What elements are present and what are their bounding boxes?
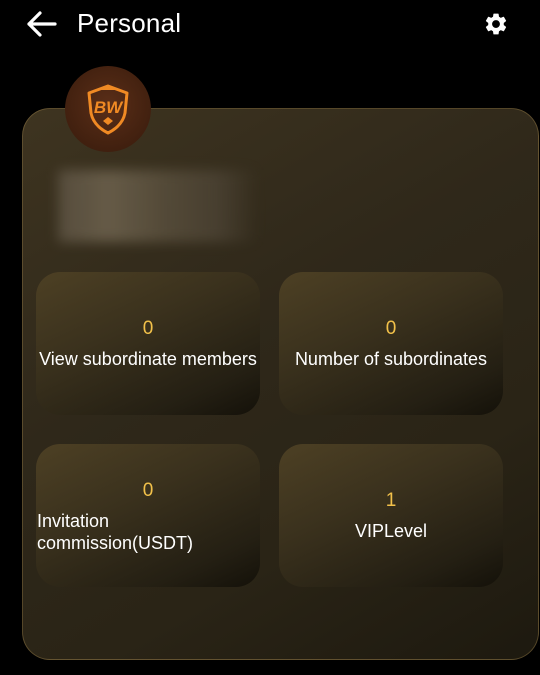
back-button[interactable]	[24, 6, 60, 42]
stat-tile-number-of-subordinates[interactable]: 0 Number of subordinates	[279, 272, 503, 415]
obscured-user-name	[58, 170, 258, 242]
stat-tile-vip-level[interactable]: 1 VIPLevel	[279, 444, 503, 587]
personal-page: Personal BW 0 View subordinate members 0…	[0, 0, 540, 675]
stat-value: 0	[142, 480, 154, 501]
stat-label: View subordinate members	[39, 349, 257, 369]
arrow-left-icon	[27, 11, 57, 37]
page-title: Personal	[77, 8, 182, 38]
shield-logo-icon: BW	[87, 84, 129, 135]
stat-label: Invitation commission(USDT)	[37, 511, 194, 553]
logo-text: BW	[94, 98, 124, 117]
stat-value: 1	[385, 490, 397, 511]
stat-label: VIPLevel	[354, 521, 428, 541]
settings-button[interactable]	[480, 8, 512, 40]
header-bar: Personal	[0, 0, 540, 48]
gear-icon	[485, 13, 507, 35]
stat-tile-subordinate-members[interactable]: 0 View subordinate members	[36, 272, 260, 415]
avatar[interactable]: BW	[65, 66, 151, 152]
stat-value: 0	[142, 318, 154, 339]
stat-tile-invitation-commission[interactable]: 0 Invitation commission(USDT)	[36, 444, 260, 587]
stat-label: Number of subordinates	[294, 349, 488, 369]
stat-value: 0	[385, 318, 397, 339]
